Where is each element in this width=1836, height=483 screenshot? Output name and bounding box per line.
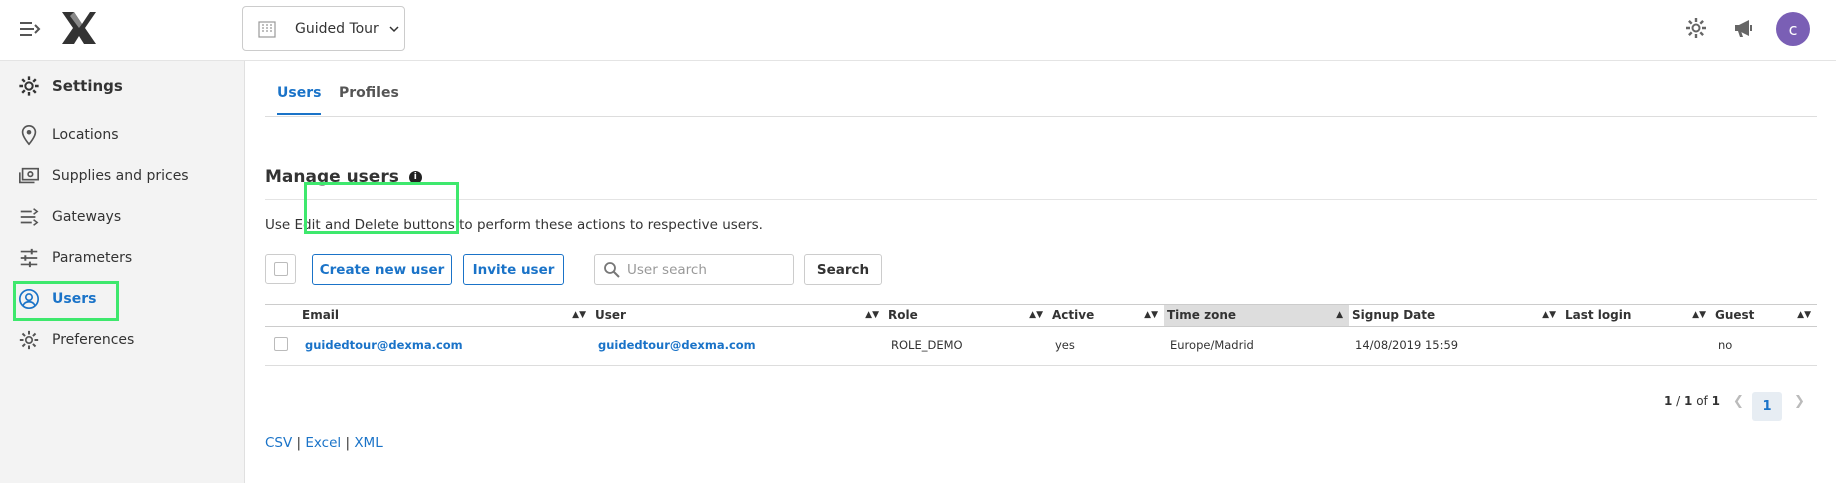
row-checkbox[interactable] [274,337,288,351]
previous-page-icon[interactable]: ❮ [1733,394,1744,409]
export-excel-link[interactable]: Excel [305,435,341,451]
location-pin-icon [21,125,37,146]
user-search-field[interactable] [594,254,794,285]
search-input[interactable] [627,261,777,278]
invite-user-button[interactable]: Invite user [463,254,564,285]
gear-icon[interactable] [1684,16,1708,40]
sliders-icon [20,248,38,268]
column-header-active[interactable]: Active ▲▼ [1049,305,1164,326]
users-highlight-box [13,281,119,321]
pagination-info: 1 / 1 of 1 [1664,394,1720,408]
column-header-role[interactable]: Role ▲▼ [885,305,1049,326]
sidebar-item-supplies[interactable]: Supplies and prices [18,164,189,188]
export-links: CSV | Excel | XML [265,435,383,451]
search-icon [604,261,620,278]
sort-icon: ▲▼ [1692,310,1706,320]
pagination-pages: 1 [1711,394,1720,408]
pagination-total: 1 [1684,394,1693,408]
row-active: yes [1055,338,1075,352]
sidebar-item-preferences[interactable]: Preferences [18,328,134,352]
row-user-link[interactable]: guidedtour@dexma.com [592,327,885,365]
pagination-of: of [1696,394,1708,408]
column-label: Guest [1715,308,1755,322]
top-bar: Guided Tour c [0,0,1836,61]
sidebar-item-label: Preferences [52,332,135,348]
tab-users[interactable]: Users [277,85,322,115]
gear-icon [19,76,39,96]
building-icon [258,20,276,38]
user-avatar[interactable]: c [1776,12,1810,46]
gear-icon [19,330,39,350]
section-divider [265,199,1817,200]
sidebar-title: Settings [18,75,123,97]
table-row: guidedtour@dexma.com guidedtour@dexma.co… [265,327,1817,366]
export-separator: | [345,435,351,451]
column-header-user[interactable]: User ▲▼ [592,305,885,326]
dexma-logo[interactable] [60,10,98,46]
next-page-icon[interactable]: ❯ [1794,394,1805,409]
site-name: Guided Tour [295,20,379,37]
checkbox-square [274,262,288,276]
sidebar-item-gateways[interactable]: Gateways [18,205,121,229]
column-label: Last login [1565,308,1632,322]
row-signup-date: 14/08/2019 15:59 [1355,338,1459,352]
select-all-checkbox[interactable] [265,254,296,284]
row-last-login [1562,327,1712,365]
column-label: Signup Date [1352,308,1436,322]
column-header-timezone[interactable]: Time zone ▲ [1164,305,1349,326]
sidebar-item-label: Gateways [52,209,122,225]
tab-bar: Users Profiles [265,61,1817,117]
column-header-email[interactable]: Email ▲▼ [299,305,592,326]
gateway-icon [20,208,39,226]
sort-icon: ▲▼ [865,310,879,320]
sidebar-item-label: Parameters [52,250,133,266]
menu-toggle-icon[interactable] [18,17,42,41]
column-label: Email [302,308,340,322]
column-label: User [595,308,626,322]
chevron-down-icon [389,25,399,32]
sort-icon: ▲▼ [1797,310,1811,320]
search-button[interactable]: Search [804,254,882,285]
sidebar-title-label: Settings [52,77,123,95]
column-label: Active [1052,308,1095,322]
column-label: Time zone [1167,308,1237,322]
tab-profiles[interactable]: Profiles [339,85,399,113]
sort-icon: ▲▼ [1542,310,1556,320]
sidebar: Settings Locations Supplies and prices G… [0,61,245,483]
export-separator: | [296,435,302,451]
sidebar-item-locations[interactable]: Locations [18,123,119,147]
create-new-user-button[interactable]: Create new user [312,254,452,285]
sort-icon: ▲▼ [1144,310,1158,320]
money-icon [19,167,39,184]
table-header: Email ▲▼ User ▲▼ Role ▲▼ Active ▲▼ Time zone… [265,304,1817,327]
column-header-signup-date[interactable]: Signup Date ▲▼ [1349,305,1562,326]
sort-ascending-icon: ▲ [1336,310,1343,320]
sort-icon: ▲▼ [1029,310,1043,320]
sort-icon: ▲▼ [572,310,586,320]
users-table: Email ▲▼ User ▲▼ Role ▲▼ Active ▲▼ Time zone… [265,304,1817,366]
create-user-highlight-box [304,182,459,234]
sidebar-item-label: Locations [52,127,119,143]
column-header-last-login[interactable]: Last login ▲▼ [1562,305,1712,326]
export-csv-link[interactable]: CSV [265,435,292,451]
row-timezone: Europe/Madrid [1170,338,1254,352]
column-header-guest[interactable]: Guest ▲▼ [1712,305,1817,326]
column-label: Role [888,308,918,322]
export-xml-link[interactable]: XML [354,435,382,451]
megaphone-icon[interactable] [1732,16,1756,40]
main-content: Users Profiles Manage users i Use Edit a… [246,61,1836,483]
pagination-current: 1 [1664,394,1673,408]
row-email-link[interactable]: guidedtour@dexma.com [299,327,592,365]
sidebar-item-label: Supplies and prices [52,168,189,184]
row-guest: no [1718,338,1733,352]
sidebar-item-parameters[interactable]: Parameters [18,246,132,270]
page-1-button[interactable]: 1 [1752,392,1782,421]
site-selector[interactable]: Guided Tour [242,6,405,51]
row-role: ROLE_DEMO [891,338,963,352]
